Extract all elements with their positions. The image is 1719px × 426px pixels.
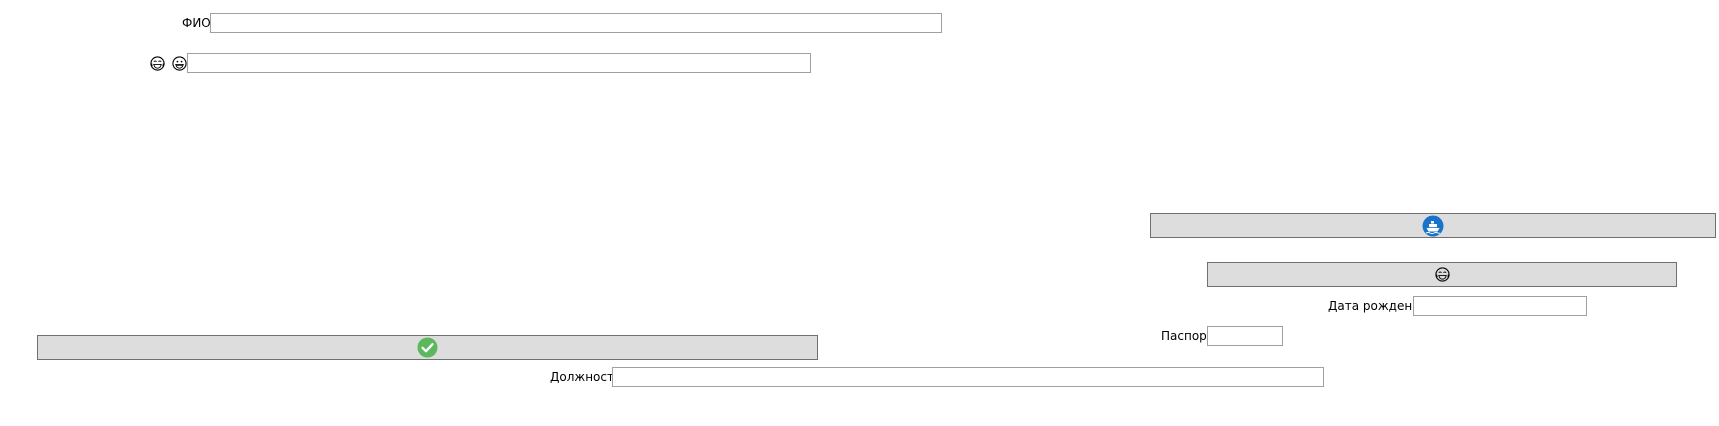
fio-label: ФИО (182, 16, 211, 30)
passport-label: Паспорт (1161, 329, 1214, 343)
position-input[interactable] (612, 367, 1324, 387)
emoji-field-input[interactable] (187, 53, 811, 73)
position-label: Должность (550, 370, 622, 384)
birth-date-input[interactable] (1413, 296, 1587, 316)
fio-input[interactable] (210, 13, 942, 33)
confirm-button[interactable] (37, 335, 818, 360)
face-with-tears-of-joy-icon (150, 56, 165, 71)
check-icon (417, 337, 438, 358)
cruise-ship-icon (1422, 215, 1444, 237)
emoji-button[interactable] (1207, 262, 1677, 287)
cruise-button[interactable] (1150, 213, 1716, 238)
face-with-tears-of-joy-icon (1434, 267, 1450, 282)
grinning-face-icon (172, 56, 187, 71)
passport-input[interactable] (1207, 326, 1283, 346)
emoji-field-label (150, 56, 187, 74)
